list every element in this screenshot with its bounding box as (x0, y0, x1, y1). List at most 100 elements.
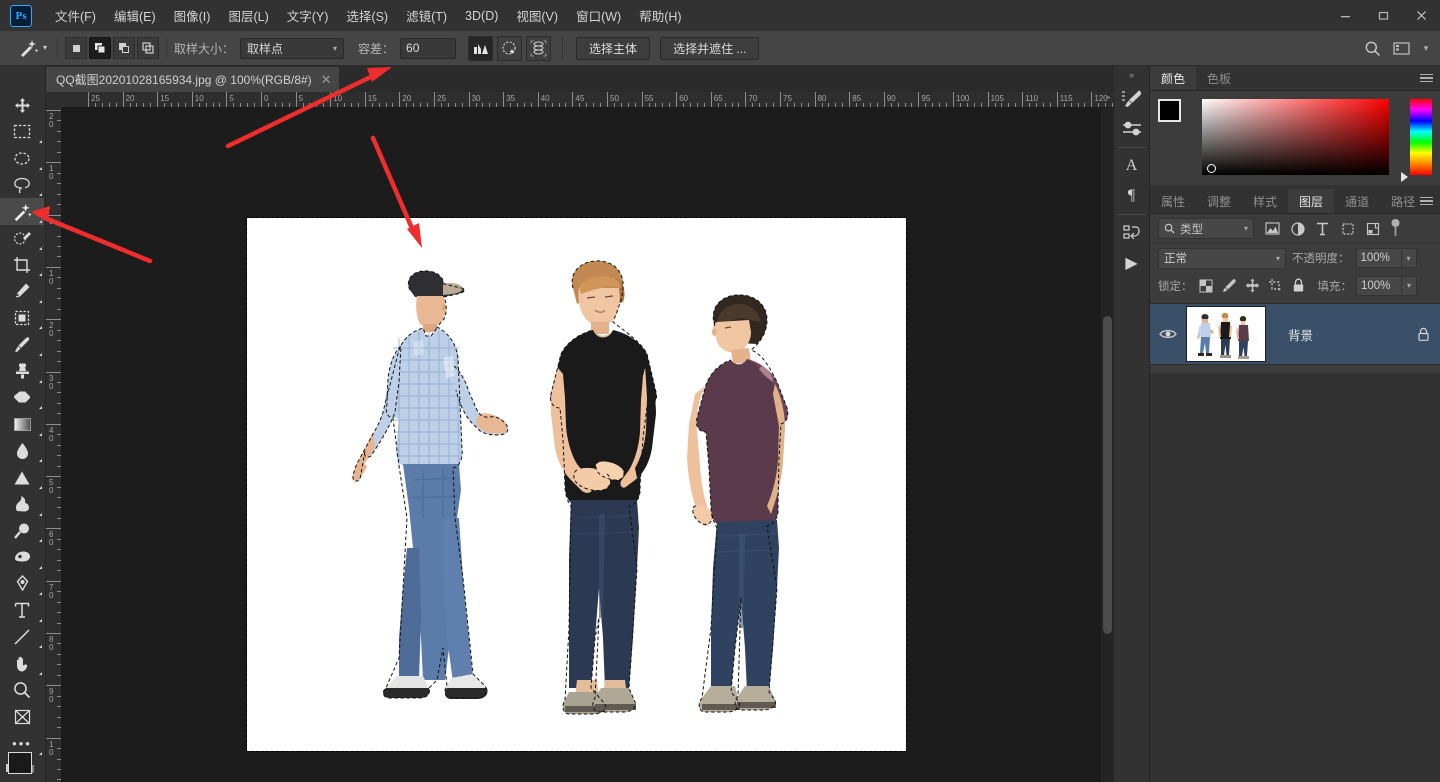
actions-play-icon[interactable]: ▶ (1115, 248, 1149, 278)
tab-channels[interactable]: 通道 (1334, 189, 1380, 213)
add-to-selection-button[interactable] (89, 37, 111, 59)
menu-image[interactable]: 图像(I) (165, 2, 220, 29)
select-and-mask-button[interactable]: 选择并遮住 ... (660, 37, 759, 60)
tab-adjustments[interactable]: 调整 (1196, 189, 1242, 213)
sharpen-tool[interactable] (0, 464, 44, 491)
quick-mask-swatch[interactable] (8, 752, 32, 774)
line-tool[interactable] (0, 624, 44, 651)
filter-adjustment-icon[interactable] (1285, 217, 1310, 241)
move-tool[interactable] (0, 92, 44, 119)
layer-locked-indicator[interactable] (1406, 327, 1440, 342)
clone-stamp-tool[interactable] (0, 358, 44, 385)
lock-all-icon[interactable] (1289, 276, 1308, 295)
sample-all-layers-toggle[interactable] (526, 36, 551, 61)
menu-filter[interactable]: 滤镜(T) (397, 2, 456, 29)
subtract-from-selection-button[interactable] (113, 37, 135, 59)
layer-thumbnail[interactable] (1186, 306, 1266, 362)
tolerance-input[interactable]: 60 (400, 38, 456, 59)
filter-pixel-icon[interactable] (1260, 217, 1285, 241)
eyedropper-tool[interactable] (0, 278, 44, 305)
adjustments-sliders-icon[interactable] (1115, 114, 1149, 144)
color-picker-cursor[interactable] (1207, 164, 1216, 173)
blur-tool[interactable] (0, 438, 44, 465)
select-subject-button[interactable]: 选择主体 (576, 37, 650, 60)
close-button[interactable] (1402, 0, 1440, 31)
panel-menu-icon[interactable] (1420, 194, 1434, 208)
opacity-input[interactable]: 100% (1356, 248, 1402, 268)
menu-type[interactable]: 文字(Y) (278, 2, 338, 29)
menu-3d[interactable]: 3D(D) (456, 5, 507, 27)
lasso-tool[interactable] (0, 172, 44, 199)
crop-tool[interactable] (0, 252, 44, 279)
contiguous-toggle[interactable] (497, 36, 522, 61)
hue-slider[interactable] (1410, 99, 1432, 175)
menu-file[interactable]: 文件(F) (46, 2, 105, 29)
scrollbar-thumb[interactable] (1103, 316, 1112, 634)
paragraph-panel-icon[interactable]: ¶ (1115, 181, 1149, 211)
foreground-color-swatch[interactable] (1158, 99, 1181, 122)
burn-tool[interactable] (0, 544, 44, 571)
image-canvas[interactable] (247, 218, 906, 751)
filter-smart-object-icon[interactable] (1360, 217, 1385, 241)
chevron-up-icon[interactable]: ⌃ (1104, 95, 1112, 106)
menu-view[interactable]: 视图(V) (507, 2, 567, 29)
fill-stepper-chevron-icon[interactable]: ▾ (1402, 276, 1417, 296)
layer-kind-select[interactable]: 类型 ▾ (1158, 218, 1254, 239)
vertical-ruler[interactable]: 2010010203040506070809010 (46, 108, 62, 782)
document-tab[interactable]: QQ截图20201028165934.jpg @ 100%(RGB/8#) ✕ (46, 67, 340, 92)
new-selection-button[interactable] (65, 37, 87, 59)
minimize-button[interactable] (1326, 0, 1364, 31)
panel-menu-icon[interactable] (1420, 71, 1434, 85)
menu-select[interactable]: 选择(S) (337, 2, 397, 29)
smudge-tool[interactable] (0, 491, 44, 518)
search-icon[interactable] (1358, 35, 1386, 61)
hand-tool[interactable] (0, 650, 44, 677)
intersect-with-selection-button[interactable] (137, 37, 159, 59)
sample-size-select[interactable]: 取样点 ▾ (240, 38, 344, 59)
quick-selection-tool[interactable] (0, 225, 44, 252)
canvas-vertical-scrollbar[interactable] (1101, 108, 1114, 782)
dodge-tool[interactable] (0, 518, 44, 545)
color-picker-field[interactable] (1202, 99, 1389, 175)
brush-tool[interactable] (0, 331, 44, 358)
tab-color[interactable]: 颜色 (1150, 66, 1196, 90)
opacity-stepper-chevron-icon[interactable]: ▾ (1402, 248, 1417, 268)
edit-toolbar-button[interactable] (0, 704, 44, 731)
anti-alias-toggle[interactable] (468, 36, 493, 61)
lock-artboard-nesting-icon[interactable] (1266, 276, 1285, 295)
horizontal-ruler[interactable]: 2520151050510152025303540455055606570758… (62, 92, 1114, 108)
lock-image-pixels-icon[interactable] (1220, 276, 1239, 295)
rectangular-marquee-tool[interactable] (0, 119, 44, 146)
table-row[interactable]: 背景 (1150, 303, 1440, 365)
elliptical-marquee-tool[interactable] (0, 145, 44, 172)
history-icon[interactable] (1115, 218, 1149, 248)
chevron-down-icon[interactable]: ▾ (1418, 35, 1434, 61)
filter-type-icon[interactable] (1310, 217, 1335, 241)
active-tool-indicator[interactable]: ▾ (14, 35, 50, 61)
brush-presets-icon[interactable] (1115, 84, 1149, 114)
maximize-button[interactable] (1364, 0, 1402, 31)
type-tool[interactable] (0, 597, 44, 624)
tab-swatches[interactable]: 色板 (1196, 66, 1242, 90)
lock-position-icon[interactable] (1243, 276, 1262, 295)
eraser-tool[interactable] (0, 385, 44, 412)
zoom-tool[interactable] (0, 677, 44, 704)
tab-layers[interactable]: 图层 (1288, 189, 1334, 213)
filter-shape-icon[interactable] (1335, 217, 1360, 241)
close-icon[interactable]: ✕ (321, 72, 332, 88)
fill-input[interactable]: 100% (1356, 276, 1402, 296)
pen-tool[interactable] (0, 571, 44, 598)
frame-tool[interactable] (0, 305, 44, 332)
expand-panels-icon[interactable]: » (1129, 70, 1134, 84)
character-panel-icon[interactable]: A (1115, 151, 1149, 181)
layer-visibility-toggle[interactable] (1150, 328, 1186, 340)
lock-transparent-pixels-icon[interactable] (1197, 276, 1216, 295)
workspace-switcher-icon[interactable] (1388, 35, 1416, 61)
color-panel-swatches[interactable] (1158, 99, 1192, 133)
menu-window[interactable]: 窗口(W) (567, 2, 630, 29)
filter-enable-toggle[interactable] (1389, 218, 1402, 239)
menu-help[interactable]: 帮助(H) (630, 2, 690, 29)
magic-wand-tool[interactable] (0, 198, 44, 225)
tab-styles[interactable]: 样式 (1242, 189, 1288, 213)
blend-mode-select[interactable]: 正常 ▾ (1158, 248, 1286, 269)
